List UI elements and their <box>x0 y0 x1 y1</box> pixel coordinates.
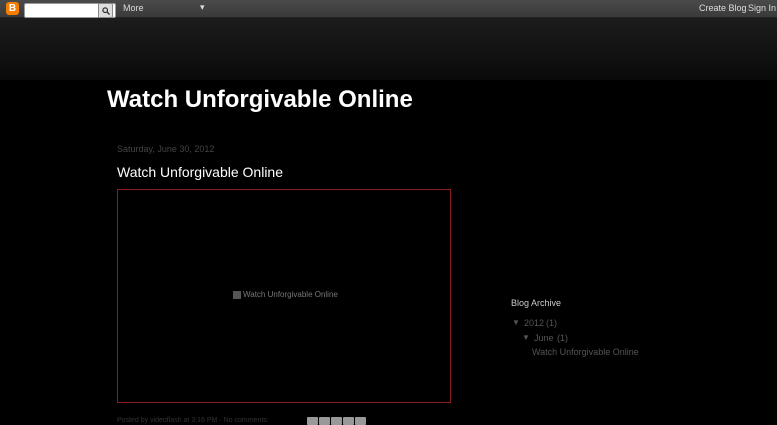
header-band <box>0 18 777 80</box>
blog-archive-title: Blog Archive <box>511 298 562 308</box>
archive-month-link[interactable]: June <box>534 333 554 343</box>
post-title[interactable]: Watch Unforgivable Online <box>117 164 283 180</box>
archive-month-count: (1) <box>557 333 568 343</box>
broken-image-icon <box>233 290 241 299</box>
image-alt-text: Watch Unforgivable Online <box>243 290 338 299</box>
blog-this-icon[interactable] <box>319 417 330 425</box>
email-share-icon[interactable] <box>307 417 318 425</box>
year-toggle-icon[interactable]: ▼ <box>512 318 520 327</box>
blogger-navbar: B More ▾ Create Blog Sign In <box>0 0 777 18</box>
create-blog-link[interactable]: Create Blog <box>699 3 747 13</box>
archive-year-link[interactable]: 2012 <box>524 318 544 328</box>
share-buttons <box>307 417 366 425</box>
twitter-share-icon[interactable] <box>331 417 342 425</box>
post-image-frame[interactable]: Watch Unforgivable Online <box>117 189 451 403</box>
broken-image[interactable]: Watch Unforgivable Online <box>233 290 338 299</box>
blog-title[interactable]: Watch Unforgivable Online <box>107 86 413 114</box>
facebook-share-icon[interactable] <box>343 417 354 425</box>
chevron-down-icon[interactable]: ▾ <box>200 2 205 13</box>
sign-in-link[interactable]: Sign In <box>748 3 776 13</box>
pinterest-share-icon[interactable] <box>355 417 366 425</box>
blogger-logo-icon[interactable]: B <box>6 2 19 15</box>
search-icon <box>101 6 110 15</box>
search-button[interactable] <box>98 3 113 18</box>
archive-year-count: (1) <box>546 318 557 328</box>
post-date: Saturday, June 30, 2012 <box>117 144 215 154</box>
more-menu[interactable]: More <box>123 3 144 13</box>
month-toggle-icon[interactable]: ▼ <box>522 333 530 342</box>
archive-post-link[interactable]: Watch Unforgivable Online <box>532 347 639 357</box>
